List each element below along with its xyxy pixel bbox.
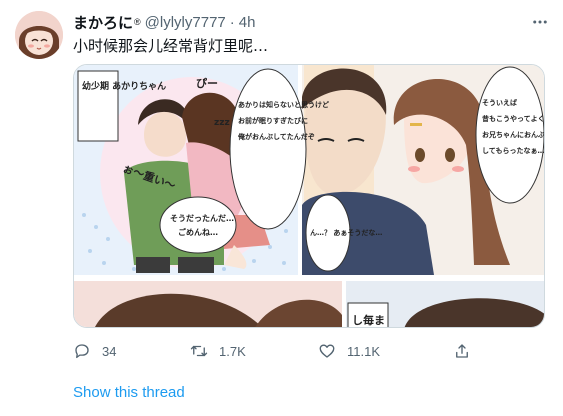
separator-dot: · (229, 13, 235, 31)
display-name[interactable]: まかろに (73, 12, 133, 33)
share-icon (456, 344, 468, 358)
bubble-boy: ん…？ あぁそうだな… (310, 228, 382, 237)
sfx-be: ぴー (196, 77, 218, 90)
bubble-girl-3: お兄ちゃんにおんぶ (482, 130, 545, 139)
show-thread-link[interactable]: Show this thread (73, 384, 185, 401)
tweet-text: 小时候那会儿经常背灯里呢… (73, 37, 269, 55)
reply-icon (75, 344, 89, 359)
panel-caption: 幼少期 あかりちゃん (82, 80, 166, 92)
avatar[interactable] (15, 11, 63, 59)
more-icon[interactable] (528, 12, 552, 32)
reply-button[interactable]: 34 (73, 341, 116, 361)
tweet-actions: 34 1.7K 11.1K (73, 341, 473, 361)
reply-count: 34 (102, 343, 117, 359)
bubble-sou: そうだったんだ… (170, 213, 234, 223)
retweet-button[interactable]: 1.7K (190, 341, 246, 361)
bubble-gomen: ごめんね… (178, 227, 218, 237)
retweet-count: 1.7K (219, 343, 246, 359)
bubble-girl-4: してもらったなぁ… (482, 146, 544, 155)
tweet-media[interactable]: し毎ま 幼少期 あかりちゃん ぉ〜重い〜 ぴー zzz あかりは知らないと思うけ… (73, 64, 545, 328)
share-button[interactable] (453, 341, 482, 361)
retweet-icon (190, 345, 208, 357)
tweet-time[interactable]: 4h (239, 14, 256, 31)
like-count: 11.1K (347, 343, 381, 359)
bubble-girl-2: 昔もこうやってよく (482, 114, 545, 123)
user-handle[interactable]: @lylyly7777 (145, 14, 226, 31)
bubble-main-2: お前が眠りすぎたびに (238, 116, 308, 125)
bubble-girl-1: そういえば (482, 98, 517, 107)
tweet[interactable]: まかろに ® @lylyly7777 · 4h 小时候那会儿经常背灯里呢… し毎… (0, 0, 563, 416)
bubble-main-3: 俺がおんぶしてたんだぞ (237, 132, 315, 141)
name-badge: ® (134, 17, 141, 27)
bubble-main-1: あかりは知らないと思うけど (238, 100, 329, 109)
heart-icon (319, 344, 335, 358)
tweet-header: まかろに ® @lylyly7777 · 4h (73, 12, 255, 32)
sfx-zzz: zzz (214, 118, 230, 128)
bottom-sfx: し毎ま (352, 313, 385, 327)
like-button[interactable]: 11.1K (318, 341, 380, 361)
